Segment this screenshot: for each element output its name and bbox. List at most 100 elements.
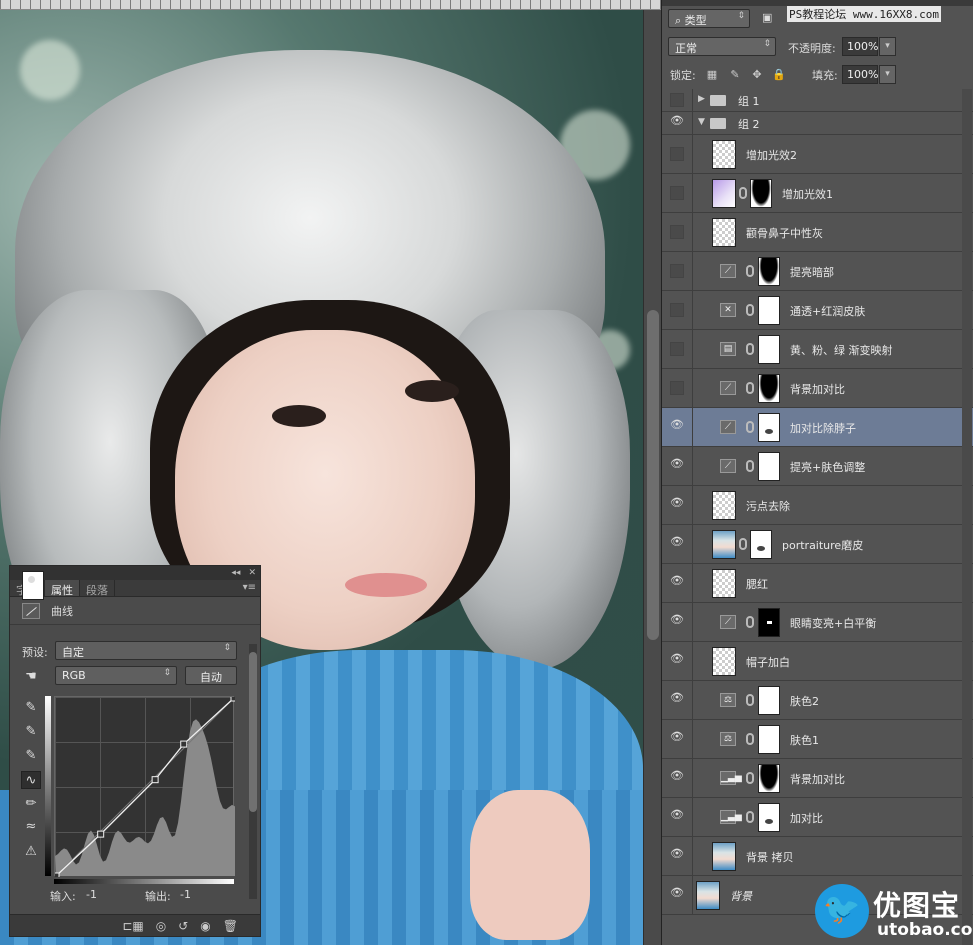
pencil-draw-icon[interactable]: ✏ [21,794,41,812]
link-icon[interactable] [746,343,754,355]
layer-filter-select[interactable]: ⌕ 类型 ⇕ [668,9,750,28]
eye-icon[interactable] [670,652,684,668]
layer-row[interactable]: 增加光效2 [662,135,973,174]
curves-graph[interactable] [54,696,235,877]
panel-menu-icon[interactable]: ▾≡ [243,582,256,593]
mask-icon[interactable] [22,571,44,600]
group-toggle-icon[interactable]: ▶ [698,94,705,104]
eye-icon[interactable] [670,114,684,130]
layer-row[interactable]: ▁▃▅ 背景加对比 [662,759,973,798]
layer-mask-thumbnail[interactable] [758,764,780,793]
layer-mask-thumbnail[interactable] [750,530,772,559]
layer-mask-thumbnail[interactable] [758,686,780,715]
curve-control-point[interactable] [97,830,105,838]
link-icon[interactable] [746,382,754,394]
link-icon[interactable] [739,187,747,199]
visibility-box[interactable] [670,264,684,278]
panel-titlebar[interactable]: ◂◂ ✕ [10,566,260,580]
visibility-box[interactable] [670,93,684,107]
link-icon[interactable] [746,694,754,706]
lock-paint-icon[interactable]: ✎ [728,68,742,82]
visibility-box[interactable] [670,186,684,200]
layer-row[interactable]: ⟋ 提亮暗部 [662,252,973,291]
eye-icon[interactable] [670,886,684,902]
eye-icon[interactable] [670,574,684,590]
link-icon[interactable] [746,421,754,433]
auto-button[interactable]: 自动 [185,666,237,685]
curve-control-point[interactable] [230,697,235,702]
layer-thumbnail[interactable] [712,842,736,871]
layer-row[interactable]: ⟋ 背景加对比 [662,369,973,408]
properties-scrollbar[interactable] [249,644,257,899]
eye-icon[interactable] [670,418,684,434]
layer-mask-thumbnail[interactable] [758,725,780,754]
layer-row[interactable]: ▼ 组 2 [662,112,973,135]
layer-row[interactable]: ⟋ 眼睛变亮+白平衡 [662,603,973,642]
toggle-visibility-icon[interactable]: ◉ [200,919,210,933]
layer-thumbnail[interactable] [712,140,736,169]
hand-adjust-icon[interactable]: ☚ [21,667,41,685]
channel-select[interactable]: RGB ⇕ [55,666,177,685]
curve-control-point[interactable] [55,872,60,877]
link-icon[interactable] [746,733,754,745]
layer-mask-thumbnail[interactable] [758,296,780,325]
reset-icon[interactable]: ↺ [178,919,188,933]
layer-thumbnail[interactable] [712,647,736,676]
layer-thumbnail[interactable] [712,530,736,559]
output-value[interactable]: -1 [180,888,191,901]
properties-scroll-thumb[interactable] [249,652,257,812]
clipping-warning-icon[interactable]: ⚠ [21,842,41,860]
layer-row[interactable]: 污点去除 [662,486,973,525]
layer-thumbnail[interactable] [712,569,736,598]
visibility-box[interactable] [670,342,684,356]
layer-row[interactable]: portraiture磨皮 [662,525,973,564]
canvas-scroll-thumb[interactable] [647,310,659,640]
layer-mask-thumbnail[interactable] [758,257,780,286]
layer-row[interactable]: 增加光效1 [662,174,973,213]
layer-mask-thumbnail[interactable] [758,413,780,442]
eye-icon[interactable] [670,691,684,707]
layer-thumbnail[interactable] [712,491,736,520]
gray-point-eyedropper-icon[interactable]: ✎ [21,722,41,740]
link-icon[interactable] [746,460,754,472]
link-icon[interactable] [746,304,754,316]
layer-thumbnail[interactable] [712,179,736,208]
opacity-input[interactable]: 100% [842,37,878,56]
layer-mask-thumbnail[interactable] [758,374,780,403]
lock-position-icon[interactable]: ✥ [750,68,764,82]
tab-properties[interactable]: 属性 [45,580,80,597]
layer-row[interactable]: ⚖ 肤色1 [662,720,973,759]
collapse-icon[interactable]: ◂◂ [231,568,240,578]
layer-mask-thumbnail[interactable] [758,335,780,364]
layer-row[interactable]: ⟋ 加对比除脖子 [662,408,973,447]
layer-row[interactable]: ⟋ 提亮+肤色调整 [662,447,973,486]
clip-to-layer-icon[interactable]: ⊏▦ [122,919,143,933]
eye-icon[interactable] [670,535,684,551]
lock-transparency-icon[interactable]: ▦ [705,68,719,82]
close-icon[interactable]: ✕ [248,568,256,578]
fill-dropdown-icon[interactable]: ▾ [879,65,896,84]
fill-input[interactable]: 100% [842,65,878,84]
layer-row[interactable]: 颧骨鼻子中性灰 [662,213,973,252]
delete-icon[interactable]: 🗑 [223,919,238,933]
black-point-eyedropper-icon[interactable]: ✎ [21,698,41,716]
curve-control-point[interactable] [180,740,188,748]
white-point-eyedropper-icon[interactable]: ✎ [21,746,41,764]
link-icon[interactable] [746,265,754,277]
horizontal-ruler[interactable] [0,0,661,10]
layer-row[interactable]: ▁▃▅ 加对比 [662,798,973,837]
preset-select[interactable]: 自定 ⇕ [55,641,237,660]
curves-icon[interactable] [22,602,40,619]
layer-thumbnail[interactable] [696,881,720,910]
layer-row[interactable]: 腮红 [662,564,973,603]
layer-mask-thumbnail[interactable] [758,608,780,637]
layer-mask-thumbnail[interactable] [750,179,772,208]
visibility-box[interactable] [670,303,684,317]
opacity-dropdown-icon[interactable]: ▾ [879,37,896,56]
layer-row[interactable]: 背景 拷贝 [662,837,973,876]
curve-plot[interactable] [55,697,235,877]
layer-mask-thumbnail[interactable] [758,803,780,832]
link-icon[interactable] [746,616,754,628]
curve-point-tool-icon[interactable]: ∿ [21,771,41,789]
tab-paragraph[interactable]: 段落 [80,580,115,597]
